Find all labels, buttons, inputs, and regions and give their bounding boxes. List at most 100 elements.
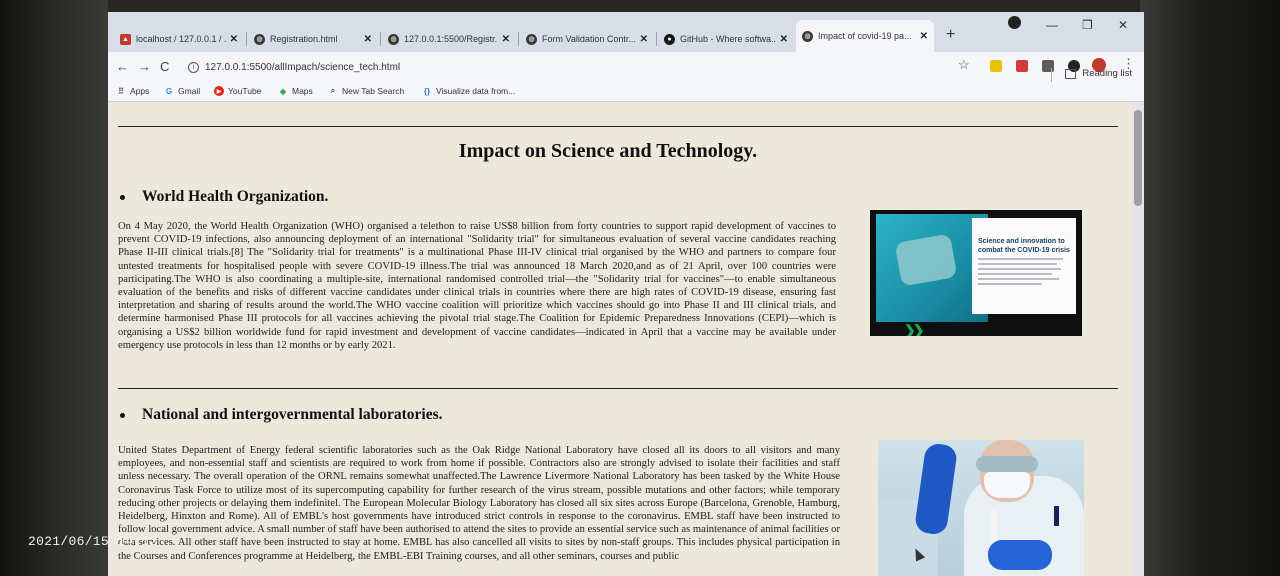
code-icon: {} [423, 86, 431, 96]
reading-list-icon [1065, 68, 1077, 79]
bookmark-star-icon[interactable]: ☆ [958, 57, 970, 73]
bullet-icon [120, 412, 125, 418]
text-line [978, 273, 1052, 275]
bullet-icon [120, 194, 125, 200]
tab-form-validation[interactable]: ◍ Form Validation Contr... ✕ [520, 26, 654, 52]
glove-shape [913, 442, 959, 536]
goggles-shape [976, 456, 1038, 472]
tab-github[interactable]: ● GitHub - Where softwa... ✕ [658, 26, 794, 52]
photo-timestamp: 2021/06/15 14:12 [28, 534, 158, 549]
apps-grid-icon: ⠿ [118, 86, 124, 96]
restore-icon[interactable]: ❐ [1082, 18, 1093, 32]
glove-shape [988, 540, 1052, 570]
tab-separator [518, 32, 519, 46]
forward-icon[interactable]: → [138, 59, 151, 74]
tab-registr-localhost[interactable]: ◍ 127.0.0.1:5500/Registr... ✕ [382, 26, 516, 52]
bookmark-new-tab-search[interactable]: ⌕ New Tab Search [328, 86, 404, 96]
google-icon: G [165, 86, 173, 96]
close-tab-icon[interactable]: ✕ [920, 31, 928, 42]
site-info-icon[interactable]: i [188, 61, 199, 73]
section-text-labs: United States Department of Energy feder… [118, 445, 840, 562]
extension-edit-icon[interactable] [1042, 60, 1054, 72]
bookmarks-bar: ⠿ Apps G Gmail ▶ YouTube ◆ Maps ⌕ New Ta… [108, 82, 1144, 102]
new-tab-button[interactable]: + [946, 26, 955, 44]
section-text-who: On 4 May 2020, the World Health Organiza… [118, 221, 836, 351]
monitor-bezel-left [0, 0, 108, 576]
profile-menu-icon[interactable] [1008, 16, 1021, 29]
bookmark-visualize-data[interactable]: {} Visualize data from... [422, 86, 515, 96]
close-tab-icon[interactable]: ✕ [780, 34, 788, 45]
reading-list-button[interactable]: Reading list [1065, 68, 1132, 79]
double-chevron-icon: ❯❯ [904, 322, 925, 336]
image-title: Science and innovation to combat the COV… [978, 238, 1070, 254]
tab-phpmyadmin[interactable]: ▲ localhost / 127.0.0.1 / ... ✕ [114, 26, 244, 52]
text-line [978, 283, 1043, 285]
bookmark-maps[interactable]: ◆ Maps [278, 86, 313, 96]
image-text-panel: Science and innovation to combat the COV… [972, 218, 1076, 314]
toolbar: ← → C i 127.0.0.1:5500/allImpach/science… [108, 52, 1144, 82]
reading-list-label: Reading list [1082, 68, 1132, 79]
section-heading-labs: National and intergovernmental laborator… [120, 406, 443, 424]
bookmark-label: Maps [292, 86, 313, 96]
phpmyadmin-icon: ▲ [120, 33, 131, 45]
heading-text: National and intergovernmental laborator… [142, 406, 443, 423]
monitor-bezel-right [1140, 0, 1280, 576]
page-title: Impact on Science and Technology. [458, 140, 758, 162]
close-tab-icon[interactable]: ✕ [364, 34, 372, 45]
address-bar[interactable]: i 127.0.0.1:5500/allImpach/science_tech.… [188, 56, 948, 78]
globe-icon: ◍ [802, 30, 813, 42]
tab-label: Form Validation Contr... [542, 34, 636, 44]
globe-icon: ◍ [388, 33, 399, 45]
bookmark-youtube[interactable]: ▶ YouTube [214, 86, 261, 96]
face-mask-shape [984, 472, 1030, 498]
tab-strip: ▲ localhost / 127.0.0.1 / ... ✕ ◍ Regist… [108, 12, 1144, 52]
text-line [978, 278, 1059, 280]
tab-separator [380, 32, 381, 46]
who-science-innovation-image: Science and innovation to combat the COV… [870, 210, 1082, 336]
text-line [978, 268, 1061, 270]
tab-label: Impact of covid-19 pa... [818, 31, 912, 41]
close-tab-icon[interactable]: ✕ [230, 34, 238, 45]
close-tab-icon[interactable]: ✕ [502, 34, 510, 45]
tab-separator [656, 32, 657, 46]
bookmark-apps[interactable]: ⠿ Apps [116, 86, 149, 96]
bookmark-label: New Tab Search [342, 86, 405, 96]
bookmark-label: YouTube [228, 86, 262, 96]
close-window-icon[interactable]: ✕ [1118, 18, 1128, 32]
github-icon: ● [664, 33, 675, 45]
globe-icon: ◍ [254, 33, 265, 45]
close-tab-icon[interactable]: ✕ [640, 34, 648, 45]
section-heading-who: World Health Organization. [120, 188, 328, 206]
bookmark-gmail[interactable]: G Gmail [164, 86, 200, 96]
tab-separator [246, 32, 247, 46]
tab-label: localhost / 127.0.0.1 / ... [136, 34, 226, 44]
youtube-icon: ▶ [214, 86, 224, 96]
page-scrollbar[interactable] [1132, 102, 1144, 576]
minimize-icon[interactable]: — [1046, 18, 1058, 32]
reload-icon[interactable]: C [160, 59, 169, 74]
scrollbar-thumb[interactable] [1134, 110, 1142, 206]
section-divider [118, 388, 1118, 389]
lab-scientist-image [878, 440, 1084, 576]
page-content: Impact on Science and Technology. World … [108, 102, 1132, 576]
tab-impact-covid[interactable]: ◍ Impact of covid-19 pa... ✕ [796, 20, 934, 52]
bookmark-label: Visualize data from... [436, 86, 516, 96]
tab-label: GitHub - Where softwa... [680, 34, 776, 44]
test-tube-cap-shape [1054, 506, 1059, 526]
top-divider [118, 126, 1118, 127]
text-line [978, 263, 1058, 265]
search-icon: ⌕ [330, 86, 336, 95]
tab-label: 127.0.0.1:5500/Registr... [404, 34, 498, 44]
browser-window: ▲ localhost / 127.0.0.1 / ... ✕ ◍ Regist… [108, 12, 1144, 576]
back-icon[interactable]: ← [116, 59, 129, 74]
tab-registration[interactable]: ◍ Registration.html ✕ [248, 26, 378, 52]
bookmark-label: Gmail [178, 86, 201, 96]
bookmark-label: Apps [130, 86, 150, 96]
maps-icon: ◆ [279, 86, 287, 96]
text-line [978, 258, 1063, 260]
tab-label: Registration.html [270, 34, 338, 44]
extension-notes-icon[interactable] [990, 60, 1002, 72]
divider [1051, 68, 1052, 82]
heading-text: World Health Organization. [142, 188, 329, 205]
extension-mail-icon[interactable] [1016, 60, 1028, 72]
